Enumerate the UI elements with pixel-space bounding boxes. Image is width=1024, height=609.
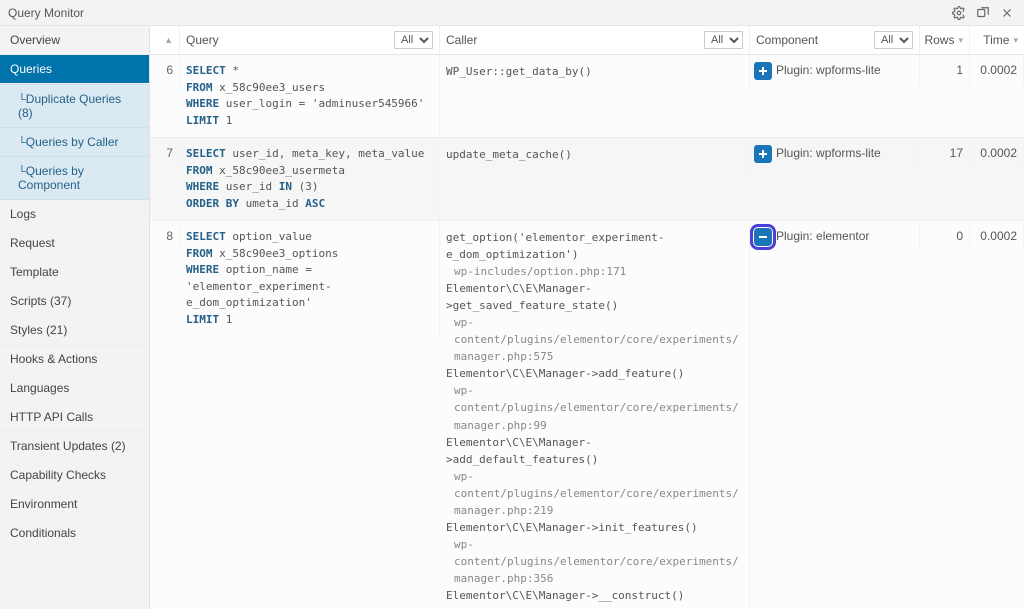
sidebar-item-http[interactable]: HTTP API Calls (0, 403, 149, 432)
sidebar-item-template[interactable]: Template (0, 258, 149, 287)
component-cell: Plugin: wpforms-lite (750, 55, 920, 85)
time-cell: 0.0002 (970, 55, 1024, 85)
caller-cell: update_meta_cache() (440, 138, 750, 171)
component-name: Plugin: wpforms-lite (776, 63, 881, 77)
sidebar-sub-queries-by-component[interactable]: Queries by Component (0, 157, 149, 200)
table-row: 6SELECT *FROM x_58c90ee3_usersWHERE user… (150, 55, 1024, 138)
table-header: ▲ Query All Caller All Component All Row… (150, 26, 1024, 55)
caller-cell: get_option('elementor_experiment-e_dom_o… (440, 221, 750, 609)
sidebar-item-request[interactable]: Request (0, 229, 149, 258)
caller-header-label: Caller (446, 33, 477, 47)
sidebar-item-environment[interactable]: Environment (0, 490, 149, 519)
row-number: 7 (150, 138, 180, 168)
col-number[interactable]: ▲ (150, 26, 180, 54)
sidebar-item-conditionals[interactable]: Conditionals (0, 519, 149, 548)
row-number: 6 (150, 55, 180, 85)
time-cell: 0.0002 (970, 138, 1024, 168)
sidebar-item-queries[interactable]: Queries (0, 55, 149, 84)
time-cell: 0.0002 (970, 221, 1024, 251)
sort-icon: ▾ (1013, 35, 1018, 46)
caller-cell: WP_User::get_data_by() (440, 55, 750, 88)
settings-icon[interactable] (950, 4, 968, 22)
table-row: 8SELECT option_valueFROM x_58c90ee3_opti… (150, 221, 1024, 609)
stack-toggle-button[interactable] (754, 228, 772, 246)
time-header-label: Time (983, 33, 1009, 47)
sidebar-item-styles[interactable]: Styles (21) (0, 316, 149, 345)
stack-toggle-button[interactable] (754, 62, 772, 80)
sidebar-item-scripts[interactable]: Scripts (37) (0, 287, 149, 316)
panel-title: Query Monitor (8, 6, 84, 20)
query-monitor-panel: Query Monitor Overview Queries Duplicate… (0, 0, 1024, 609)
sidebar-sub-duplicate-queries[interactable]: Duplicate Queries (8) (0, 84, 149, 128)
sidebar-item-transients[interactable]: Transient Updates (2) (0, 432, 149, 461)
rows-cell: 0 (920, 221, 970, 251)
caller-filter-select[interactable]: All (704, 31, 743, 49)
table-body[interactable]: 6SELECT *FROM x_58c90ee3_usersWHERE user… (150, 55, 1024, 609)
component-cell: Plugin: elementor (750, 221, 920, 251)
panel-body: Overview Queries Duplicate Queries (8) Q… (0, 26, 1024, 609)
sidebar-sub-queries-by-caller[interactable]: Queries by Caller (0, 128, 149, 157)
rows-cell: 1 (920, 55, 970, 85)
sidebar-item-hooks[interactable]: Hooks & Actions (0, 345, 149, 374)
col-time[interactable]: Time ▾ (970, 26, 1024, 54)
query-cell: SELECT *FROM x_58c90ee3_usersWHERE user_… (180, 55, 440, 137)
sidebar-item-languages[interactable]: Languages (0, 374, 149, 403)
sort-asc-icon: ▲ (164, 35, 173, 45)
popout-icon[interactable] (974, 4, 992, 22)
sidebar: Overview Queries Duplicate Queries (8) Q… (0, 26, 150, 609)
table-row: 7SELECT user_id, meta_key, meta_valueFRO… (150, 138, 1024, 221)
sidebar-item-overview[interactable]: Overview (0, 26, 149, 55)
main-content: ▲ Query All Caller All Component All Row… (150, 26, 1024, 609)
col-caller: Caller All (440, 26, 750, 54)
sidebar-item-capability[interactable]: Capability Checks (0, 461, 149, 490)
row-number: 8 (150, 221, 180, 251)
rows-header-label: Rows (924, 33, 954, 47)
component-filter-select[interactable]: All (874, 31, 913, 49)
col-rows[interactable]: Rows ▾ (920, 26, 970, 54)
query-header-label: Query (186, 33, 219, 47)
col-component: Component All (750, 26, 920, 54)
component-header-label: Component (756, 33, 818, 47)
query-cell: SELECT user_id, meta_key, meta_valueFROM… (180, 138, 440, 220)
close-icon[interactable] (998, 4, 1016, 22)
col-query: Query All (180, 26, 440, 54)
rows-cell: 17 (920, 138, 970, 168)
stack-toggle-button[interactable] (754, 145, 772, 163)
component-cell: Plugin: wpforms-lite (750, 138, 920, 168)
sidebar-item-logs[interactable]: Logs (0, 200, 149, 229)
query-cell: SELECT option_valueFROM x_58c90ee3_optio… (180, 221, 440, 336)
query-filter-select[interactable]: All (394, 31, 433, 49)
panel-titlebar: Query Monitor (0, 0, 1024, 26)
component-name: Plugin: wpforms-lite (776, 146, 881, 160)
sort-icon: ▾ (958, 35, 963, 46)
component-name: Plugin: elementor (776, 229, 869, 243)
